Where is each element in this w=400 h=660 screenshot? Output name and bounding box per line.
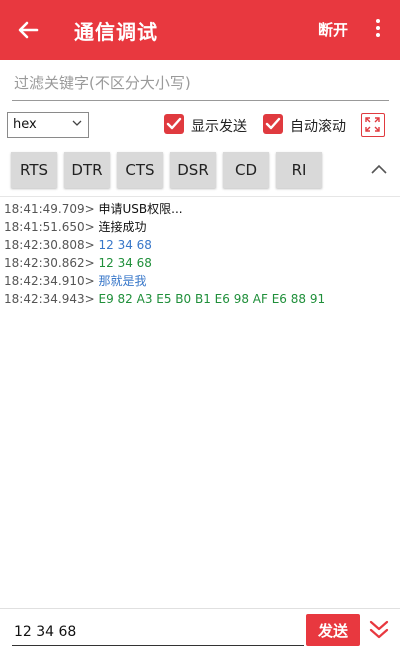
log-line: 18:41:51.650> 连接成功 bbox=[4, 218, 396, 236]
fullscreen-button[interactable] bbox=[361, 113, 385, 137]
back-arrow-icon bbox=[18, 21, 39, 39]
log-line: 18:42:30.808> 12 34 68 bbox=[4, 236, 396, 254]
filter-input[interactable] bbox=[12, 66, 389, 101]
show-send-label: 显示发送 bbox=[191, 119, 247, 135]
auto-scroll-check-box[interactable] bbox=[263, 114, 283, 134]
log-line: 18:42:34.943> E9 82 A3 E5 B0 B1 E6 98 AF… bbox=[4, 290, 396, 308]
log-timestamp: 18:42:34.943> bbox=[4, 292, 95, 306]
send-button[interactable]: 发送 bbox=[306, 614, 360, 646]
log-message: 申请USB权限... bbox=[98, 202, 183, 216]
dsr-button[interactable]: DSR bbox=[170, 152, 216, 188]
log-message: 连接成功 bbox=[98, 220, 147, 234]
log-timestamp: 18:42:30.862> bbox=[4, 256, 95, 270]
log-message: 12 34 68 bbox=[98, 238, 152, 252]
scroll-bottom-button[interactable] bbox=[368, 619, 390, 641]
format-select[interactable]: hex bbox=[7, 112, 89, 138]
cts-button[interactable]: CTS bbox=[117, 152, 163, 188]
format-select-value: hex bbox=[13, 117, 37, 132]
log-line: 18:42:30.862> 12 34 68 bbox=[4, 254, 396, 272]
chevron-down-icon bbox=[72, 120, 82, 126]
log-line: 18:42:34.910> 那就是我 bbox=[4, 272, 396, 290]
rts-button[interactable]: RTS bbox=[11, 152, 57, 188]
more-options-button[interactable] bbox=[368, 16, 388, 44]
log-timestamp: 18:41:49.709> bbox=[4, 202, 95, 216]
ri-button[interactable]: RI bbox=[276, 152, 322, 188]
double-chevron-down-icon bbox=[369, 620, 389, 639]
collapse-button[interactable] bbox=[370, 162, 388, 176]
show-send-checkbox[interactable]: 显示发送 bbox=[164, 114, 254, 138]
log-timestamp: 18:41:51.650> bbox=[4, 220, 95, 234]
log-timestamp: 18:42:34.910> bbox=[4, 274, 95, 288]
auto-scroll-label: 自动滚动 bbox=[290, 119, 346, 135]
show-send-check-box[interactable] bbox=[164, 114, 184, 134]
chevron-up-icon bbox=[371, 164, 387, 174]
checkmark-icon bbox=[265, 117, 281, 130]
log-line: 18:41:49.709> 申请USB权限... bbox=[4, 200, 396, 218]
log-message: 12 34 68 bbox=[98, 256, 152, 270]
more-vert-icon bbox=[368, 19, 388, 37]
dtr-button[interactable]: DTR bbox=[64, 152, 110, 188]
log-timestamp: 18:42:30.808> bbox=[4, 238, 95, 252]
log-message: E9 82 A3 E5 B0 B1 E6 98 AF E6 88 91 bbox=[98, 292, 326, 306]
back-button[interactable] bbox=[12, 14, 44, 46]
expand-icon bbox=[365, 117, 380, 132]
checkmark-icon bbox=[166, 117, 182, 130]
log-message: 那就是我 bbox=[98, 274, 147, 288]
page-title: 通信调试 bbox=[74, 20, 158, 44]
disconnect-button[interactable]: 断开 bbox=[318, 19, 348, 40]
log-panel: 18:41:49.709> 申请USB权限... 18:41:51.650> 连… bbox=[4, 200, 396, 308]
bottom-divider bbox=[0, 608, 400, 609]
send-input[interactable] bbox=[12, 619, 304, 646]
divider bbox=[0, 196, 400, 197]
cd-button[interactable]: CD bbox=[223, 152, 269, 188]
auto-scroll-checkbox[interactable]: 自动滚动 bbox=[263, 114, 353, 138]
app-bar: 通信调试 断开 bbox=[0, 0, 400, 60]
